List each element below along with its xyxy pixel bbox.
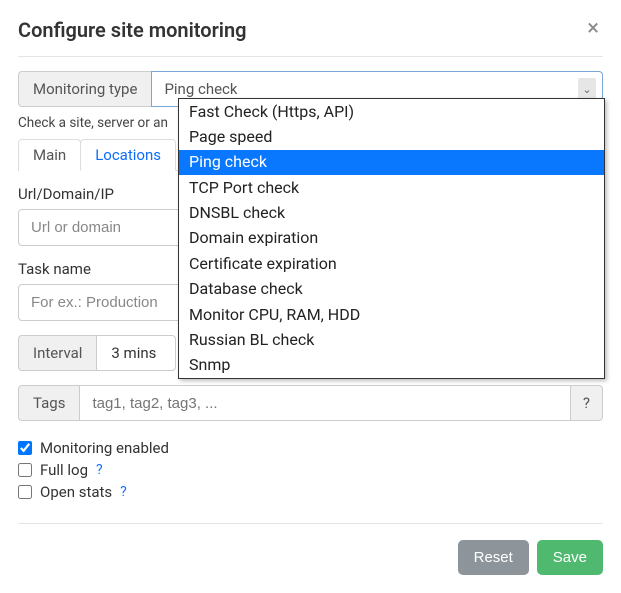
full-log-label: Full log xyxy=(40,461,88,479)
tags-input[interactable] xyxy=(79,385,569,421)
reset-button[interactable]: Reset xyxy=(458,540,529,575)
full-log-help-icon[interactable]: ? xyxy=(96,462,103,478)
open-stats-row[interactable]: Open stats ? xyxy=(18,483,603,501)
tags-row: Tags ? xyxy=(18,385,603,421)
full-log-row[interactable]: Full log ? xyxy=(18,461,603,479)
tags-label: Tags xyxy=(18,385,79,421)
full-log-checkbox[interactable] xyxy=(18,463,32,477)
open-stats-help-icon[interactable]: ? xyxy=(120,484,127,500)
open-stats-checkbox[interactable] xyxy=(18,485,32,499)
dropdown-option-database-check[interactable]: Database check xyxy=(179,277,604,302)
dialog-header: Configure site monitoring × xyxy=(18,18,603,57)
tags-help-button[interactable]: ? xyxy=(570,385,603,421)
dropdown-option-fast-check[interactable]: Fast Check (Https, API) xyxy=(179,99,604,124)
monitoring-enabled-checkbox[interactable] xyxy=(18,441,32,455)
monitoring-enabled-row[interactable]: Monitoring enabled xyxy=(18,439,603,457)
interval-value[interactable]: 3 mins xyxy=(96,335,176,371)
open-stats-label: Open stats xyxy=(40,483,112,501)
dropdown-option-tcp-port[interactable]: TCP Port check xyxy=(179,175,604,200)
monitoring-type-dropdown[interactable]: Fast Check (Https, API) Page speed Ping … xyxy=(178,98,605,379)
dialog-title: Configure site monitoring xyxy=(18,18,247,42)
checkbox-group: Monitoring enabled Full log ? Open stats… xyxy=(18,439,603,501)
monitoring-type-value: Ping check xyxy=(164,80,237,98)
interval-label: Interval xyxy=(18,335,96,371)
dropdown-option-page-speed[interactable]: Page speed xyxy=(179,124,604,149)
close-icon[interactable]: × xyxy=(583,18,603,40)
monitoring-type-label: Monitoring type xyxy=(18,71,151,107)
dropdown-option-dnsbl[interactable]: DNSBL check xyxy=(179,201,604,226)
dropdown-option-snmp[interactable]: Snmp xyxy=(179,353,604,378)
dropdown-option-russian-bl[interactable]: Russian BL check xyxy=(179,328,604,353)
save-button[interactable]: Save xyxy=(537,540,603,575)
dropdown-option-ping-check[interactable]: Ping check xyxy=(179,150,604,175)
monitoring-enabled-label: Monitoring enabled xyxy=(40,439,169,457)
dialog-footer: Reset Save xyxy=(18,523,603,591)
dropdown-option-domain-expiration[interactable]: Domain expiration xyxy=(179,226,604,251)
tab-locations[interactable]: Locations xyxy=(80,139,176,171)
dropdown-option-certificate-expiration[interactable]: Certificate expiration xyxy=(179,251,604,276)
dropdown-option-monitor-cpu[interactable]: Monitor CPU, RAM, HDD xyxy=(179,302,604,327)
chevron-down-icon: ⌄ xyxy=(578,78,596,100)
tab-main[interactable]: Main xyxy=(18,139,81,171)
